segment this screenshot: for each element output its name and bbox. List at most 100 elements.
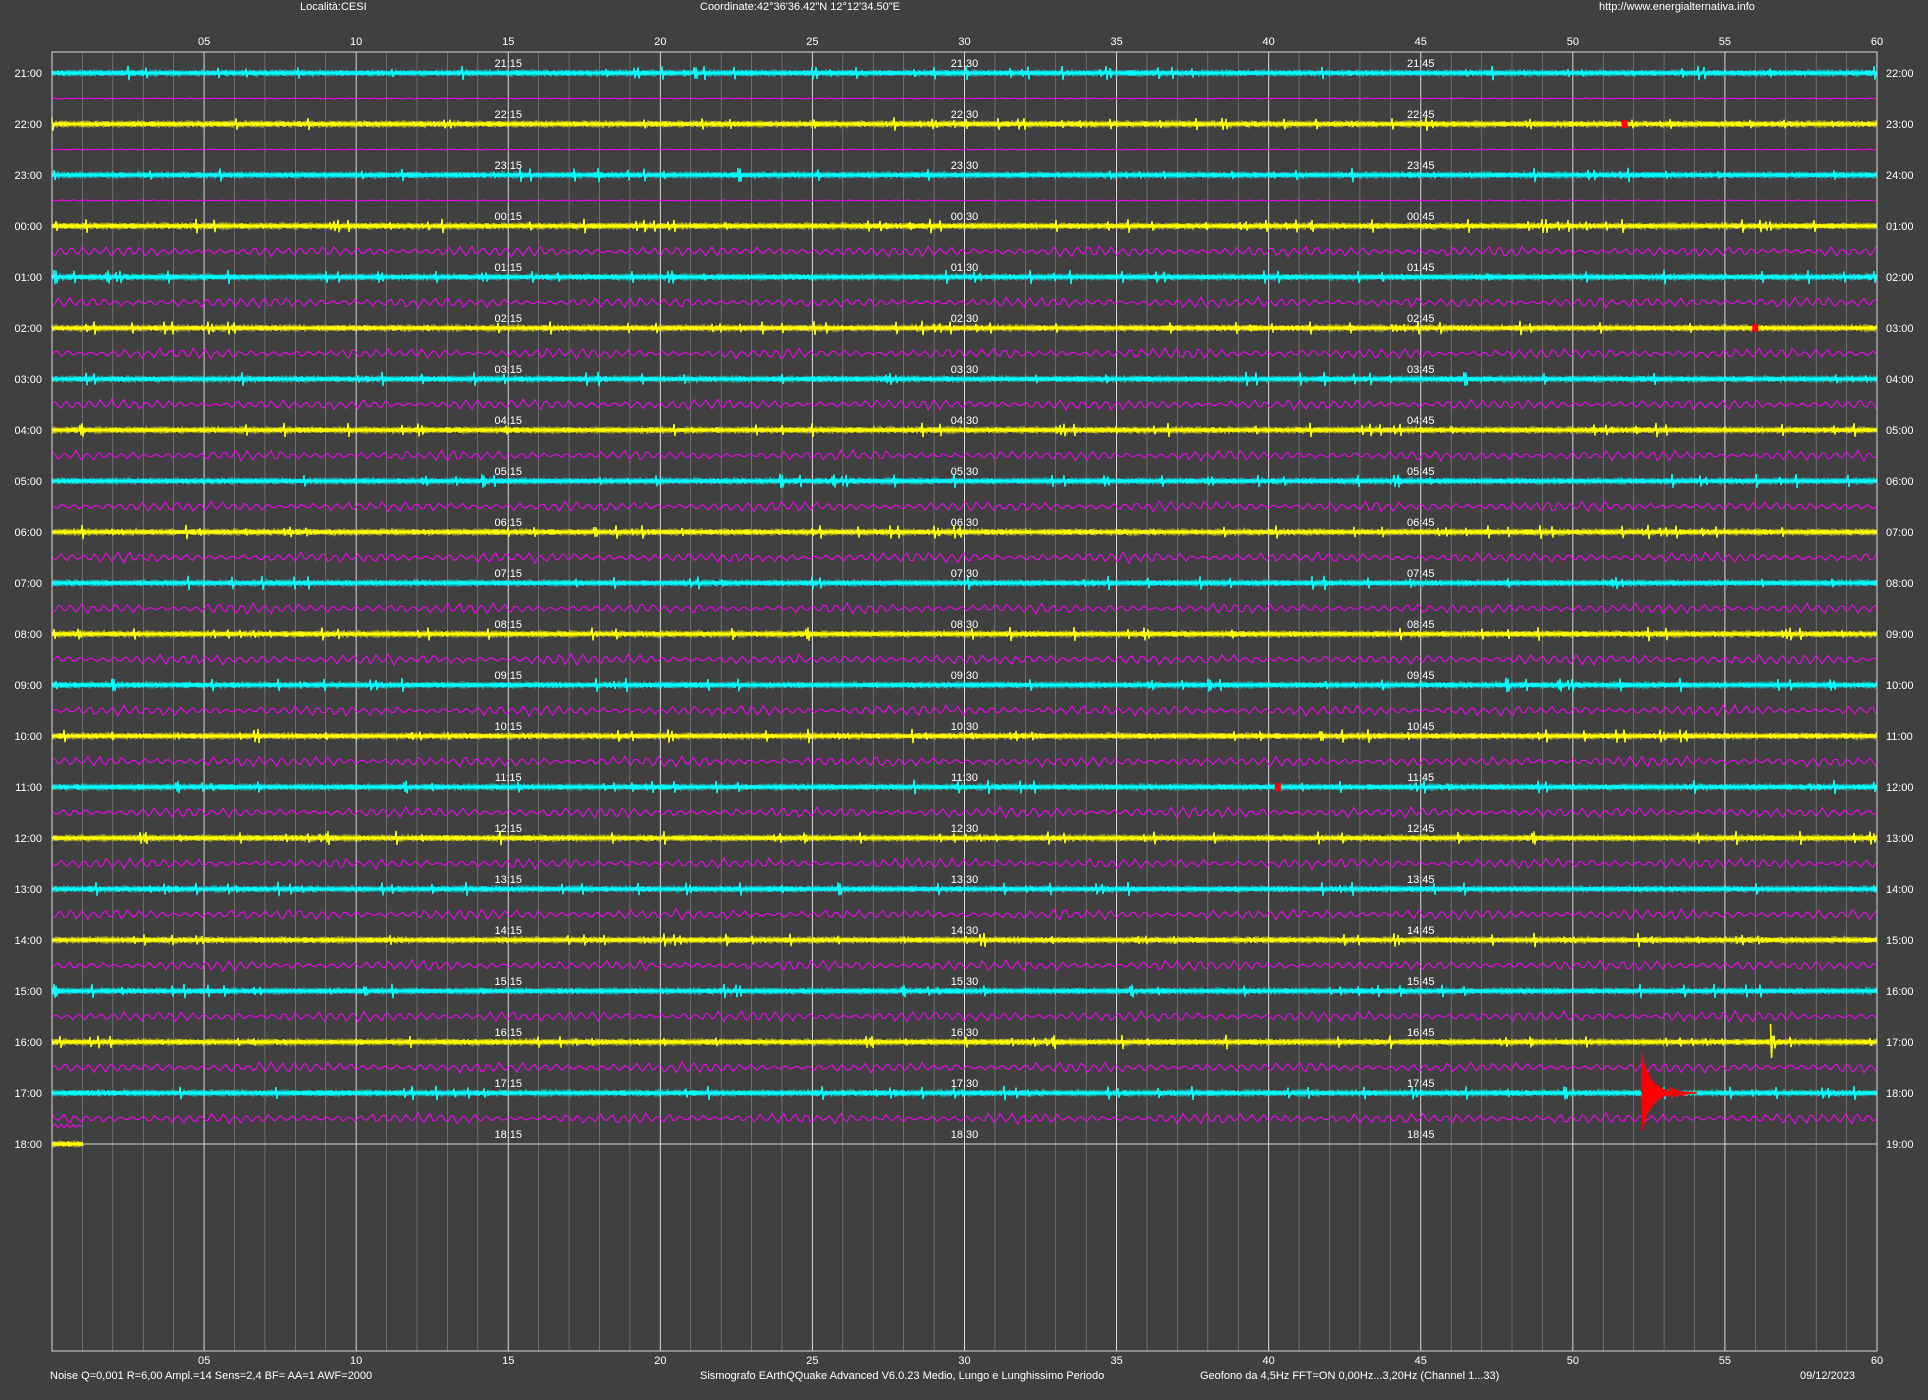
quarter-hour-label: 02:30: [951, 313, 979, 325]
row-hour-label-left: 12:00: [14, 833, 42, 845]
row-hour-label-right: 07:00: [1886, 527, 1914, 539]
quarter-hour-label: 18:15: [494, 1129, 522, 1141]
row-hour-label-left: 06:00: [14, 527, 42, 539]
event-marker: [1752, 324, 1759, 332]
seismic-events: [1274, 120, 1774, 1130]
quarter-hour-label: 14:30: [951, 925, 979, 937]
quarter-hour-label: 09:15: [494, 670, 522, 682]
row-hour-label-right: 17:00: [1886, 1037, 1914, 1049]
seismogram-chart: 05 05 10 10 15 15 20 20 25 25 30 30 35 35 40 40 45 45 50 50…: [14, 36, 1914, 1367]
grid-lines: [82, 52, 1847, 1351]
quarter-hour-label: 10:45: [1407, 721, 1435, 733]
quarter-hour-label: 04:45: [1407, 415, 1435, 427]
x-tick-label-bottom: 55: [1719, 1355, 1731, 1367]
quarter-hour-label: 05:15: [494, 466, 522, 478]
x-tick-label-top: 30: [958, 36, 970, 48]
x-tick-label-top: 10: [350, 36, 362, 48]
row-hour-label-left: 01:00: [14, 272, 42, 284]
quarter-hour-label: 08:30: [951, 619, 979, 631]
quarter-hour-label: 12:15: [494, 823, 522, 835]
x-tick-label-bottom: 30: [958, 1355, 970, 1367]
quarter-hour-label: 22:45: [1407, 109, 1435, 121]
row-hour-label-left: 17:00: [14, 1088, 42, 1100]
quarter-hour-label: 00:45: [1407, 211, 1435, 223]
row-hour-label-left: 03:00: [14, 374, 42, 386]
quarter-hour-label: 00:30: [951, 211, 979, 223]
quarter-hour-label: 09:45: [1407, 670, 1435, 682]
quarter-hour-label: 22:30: [951, 109, 979, 121]
quarter-hour-label: 16:15: [494, 1027, 522, 1039]
x-tick-label-bottom: 10: [350, 1355, 362, 1367]
quarter-hour-label: 21:45: [1407, 58, 1435, 70]
x-tick-label-top: 05: [198, 36, 210, 48]
row-hour-label-left: 05:00: [14, 476, 42, 488]
row-hour-label-right: 03:00: [1886, 323, 1914, 335]
quarter-hour-label: 22:15: [494, 109, 522, 121]
quarter-hour-label: 08:15: [494, 619, 522, 631]
quarter-hour-label: 05:45: [1407, 466, 1435, 478]
quarter-hour-label: 05:30: [951, 466, 979, 478]
quarter-hour-label: 08:45: [1407, 619, 1435, 631]
quarter-hour-label: 15:30: [951, 976, 979, 988]
x-tick-label-top: 45: [1415, 36, 1427, 48]
quarter-hour-label: 07:45: [1407, 568, 1435, 580]
quarter-hour-label: 16:45: [1407, 1027, 1435, 1039]
footer-sensor: Geofono da 4,5Hz FFT=ON 0,00Hz...3,20Hz …: [1200, 1370, 1500, 1382]
row-hour-label-left: 21:00: [14, 68, 42, 80]
row-hour-label-right: 01:00: [1886, 221, 1914, 233]
quarter-hour-label: 23:45: [1407, 160, 1435, 172]
quarter-hour-label: 06:15: [494, 517, 522, 529]
quarter-hour-label: 10:30: [951, 721, 979, 733]
quarter-hour-label: 16:30: [951, 1027, 979, 1039]
row-hour-label-right: 23:00: [1886, 119, 1914, 131]
quarter-hour-label: 04:30: [951, 415, 979, 427]
row-hour-label-right: 09:00: [1886, 629, 1914, 641]
x-tick-label-top: 15: [502, 36, 514, 48]
row-hour-label-right: 06:00: [1886, 476, 1914, 488]
row-hour-label-left: 04:00: [14, 425, 42, 437]
quarter-hour-label: 04:15: [494, 415, 522, 427]
quarter-hour-label: 07:30: [951, 568, 979, 580]
quarter-hour-label: 02:45: [1407, 313, 1435, 325]
row-hour-label-right: 18:00: [1886, 1088, 1914, 1100]
quarter-hour-label: 07:15: [494, 568, 522, 580]
row-hour-label-right: 24:00: [1886, 170, 1914, 182]
row-hour-label-right: 15:00: [1886, 935, 1914, 947]
quarter-hour-label: 14:15: [494, 925, 522, 937]
seismic-trace: [51, 1139, 84, 1149]
quarter-hour-label: 17:15: [494, 1078, 522, 1090]
row-hour-label-right: 19:00: [1886, 1139, 1914, 1151]
quarter-hour-label: 02:15: [494, 313, 522, 325]
row-hour-label-left: 13:00: [14, 884, 42, 896]
row-hour-label-left: 10:00: [14, 731, 42, 743]
quarter-hour-label: 23:15: [494, 160, 522, 172]
x-tick-label-bottom: 60: [1871, 1355, 1883, 1367]
quarter-hour-label: 21:30: [951, 58, 979, 70]
row-hour-label-right: 22:00: [1886, 68, 1914, 80]
row-hour-label-right: 12:00: [1886, 782, 1914, 794]
quarter-hour-label: 18:45: [1407, 1129, 1435, 1141]
row-hour-label-left: 22:00: [14, 119, 42, 131]
quarter-hour-label: 01:30: [951, 262, 979, 274]
quarter-hour-label: 11:30: [951, 772, 978, 784]
quarter-hour-label: 17:45: [1407, 1078, 1435, 1090]
x-tick-label-top: 20: [654, 36, 666, 48]
quarter-hour-label: 18:30: [951, 1129, 979, 1141]
x-tick-label-top: 25: [806, 36, 818, 48]
row-hour-label-right: 02:00: [1886, 272, 1914, 284]
x-tick-label-top: 40: [1263, 36, 1275, 48]
quarter-hour-label: 13:30: [951, 874, 979, 886]
x-tick-label-bottom: 20: [654, 1355, 666, 1367]
row-hour-label-left: 15:00: [14, 986, 42, 998]
quarter-hour-label: 00:15: [494, 211, 522, 223]
row-hour-label-right: 11:00: [1886, 731, 1913, 743]
quarter-hour-label: 15:15: [494, 976, 522, 988]
row-hour-label-left: 23:00: [14, 170, 42, 182]
x-tick-label-top: 55: [1719, 36, 1731, 48]
quarter-hour-label: 21:15: [494, 58, 522, 70]
x-tick-label-bottom: 15: [502, 1355, 514, 1367]
quarter-hour-label: 01:15: [494, 262, 522, 274]
x-tick-label-bottom: 35: [1110, 1355, 1122, 1367]
quarter-hour-label: 06:45: [1407, 517, 1435, 529]
quarter-hour-label: 10:15: [494, 721, 522, 733]
